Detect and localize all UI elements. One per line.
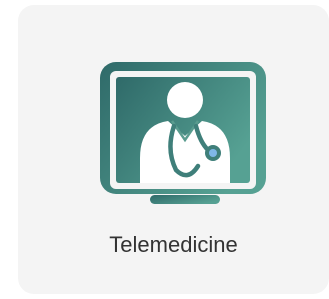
monitor-stand — [150, 195, 220, 204]
telemedicine-card[interactable]: Telemedicine — [18, 5, 329, 294]
card-label: Telemedicine — [109, 232, 238, 257]
telemedicine-icon — [96, 58, 274, 208]
